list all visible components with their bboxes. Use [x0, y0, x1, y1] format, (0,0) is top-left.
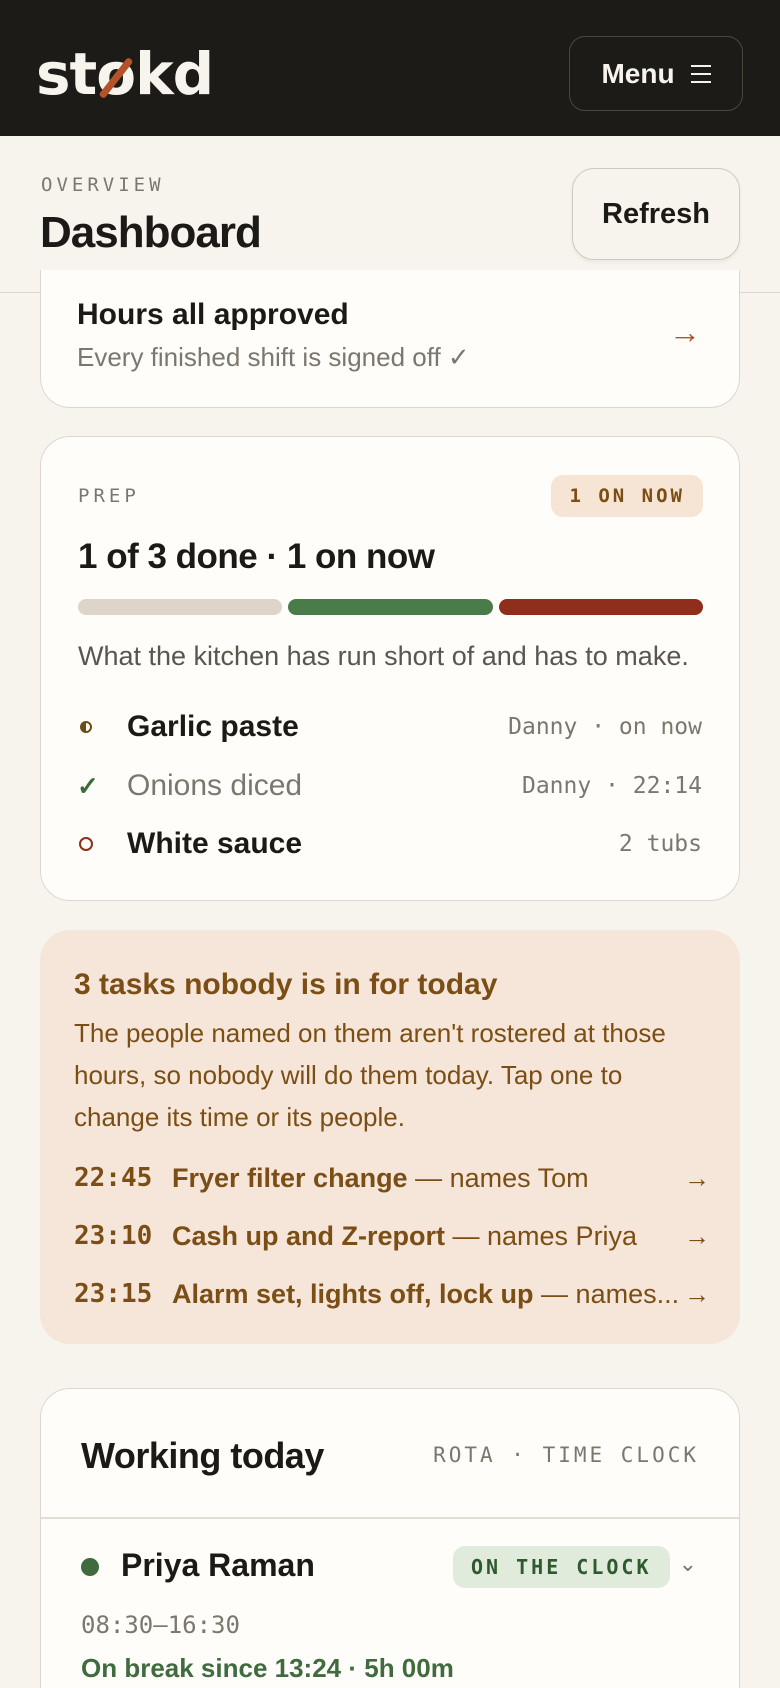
prep-task-name: Onions diced [127, 769, 303, 802]
chevron-down-icon[interactable]: ⌄ [679, 1551, 697, 1577]
task-names: — names Priya [445, 1220, 638, 1251]
menu-button[interactable]: Menu [569, 36, 743, 111]
half-circle-icon [80, 721, 92, 733]
hours-approved-card[interactable]: Hours all approved Every finished shift … [40, 270, 740, 408]
task-time: 23:10 [74, 1221, 153, 1251]
prep-headline: 1 of 3 done · 1 on now [78, 537, 435, 576]
working-today-title: Working today [81, 1435, 324, 1476]
unassigned-tasks-card: 3 tasks nobody is in for today The peopl… [40, 930, 740, 1344]
refresh-button[interactable]: Refresh [572, 168, 740, 260]
prep-status-badge: 1 ON NOW [551, 475, 703, 517]
arrow-right-icon: → [684, 1220, 710, 1251]
task-name: Alarm set, lights off, lock up [172, 1278, 534, 1309]
empty-circle-icon [79, 837, 93, 851]
prep-progress-bar [78, 599, 703, 615]
checkmark-icon: ✓ [77, 770, 99, 801]
progress-segment-done [288, 599, 493, 615]
unassigned-task-row[interactable]: 23:10 Cash up and Z-report — names Priya… [74, 1216, 710, 1256]
top-bar: stokd Menu [0, 0, 780, 136]
task-names: — names Tom [407, 1162, 589, 1193]
arrow-right-icon: → [684, 1162, 710, 1193]
hamburger-icon [690, 64, 711, 83]
hours-approved-title: Hours all approved [77, 298, 349, 331]
page-title: Dashboard [40, 208, 262, 257]
prep-task-row[interactable]: White sauce 2 tubs [77, 824, 702, 864]
progress-segment-on-now [498, 599, 703, 615]
prep-task-meta: Danny · on now [508, 714, 702, 740]
menu-button-label: Menu [601, 57, 675, 89]
prep-task-name: White sauce [127, 827, 303, 860]
divider [41, 1517, 739, 1519]
unassigned-body: The people named on them aren't rostered… [74, 1018, 666, 1132]
working-today-links[interactable]: ROTA · TIME CLOCK [433, 1443, 699, 1467]
status-dot-icon [81, 1558, 99, 1576]
task-name: Fryer filter change [172, 1162, 408, 1193]
unassigned-title: 3 tasks nobody is in for today [74, 968, 498, 1001]
unassigned-task-row[interactable]: 22:45 Fryer filter change — names Tom → [74, 1158, 710, 1198]
progress-segment-todo [78, 599, 283, 615]
prep-description: What the kitchen has run short of and ha… [78, 641, 689, 671]
stokd-logo[interactable]: stokd [36, 42, 214, 106]
task-time: 23:15 [74, 1279, 153, 1309]
person-name[interactable]: Priya Raman [121, 1547, 315, 1584]
prep-task-row[interactable]: ✓ Onions diced Danny · 22:14 [77, 766, 702, 806]
task-names: — names... [533, 1278, 680, 1309]
task-time: 22:45 [74, 1163, 153, 1193]
task-name: Cash up and Z-report [172, 1220, 446, 1251]
prep-task-meta: 2 tubs [618, 831, 702, 857]
arrow-right-icon: → [669, 314, 701, 350]
working-today-card: Working today ROTA · TIME CLOCK Priya Ra… [40, 1388, 740, 1688]
person-shift-hours: 08:30–16:30 [81, 1611, 240, 1639]
arrow-right-icon: → [684, 1278, 710, 1309]
clock-status-badge: ON THE CLOCK [453, 1546, 670, 1588]
prep-task-meta: Danny · 22:14 [521, 773, 702, 799]
unassigned-task-row[interactable]: 23:15 Alarm set, lights off, lock up — n… [74, 1274, 710, 1314]
prep-task-name: Garlic paste [127, 710, 299, 743]
hours-approved-subtitle: Every finished shift is signed off ✓ [77, 342, 470, 372]
person-break-status: On break since 13:24 · 5h 00m [81, 1653, 454, 1683]
prep-eyebrow: PREP [78, 485, 140, 507]
prep-task-row[interactable]: Garlic paste Danny · on now [77, 707, 702, 747]
page-eyebrow: OVERVIEW [41, 174, 165, 196]
